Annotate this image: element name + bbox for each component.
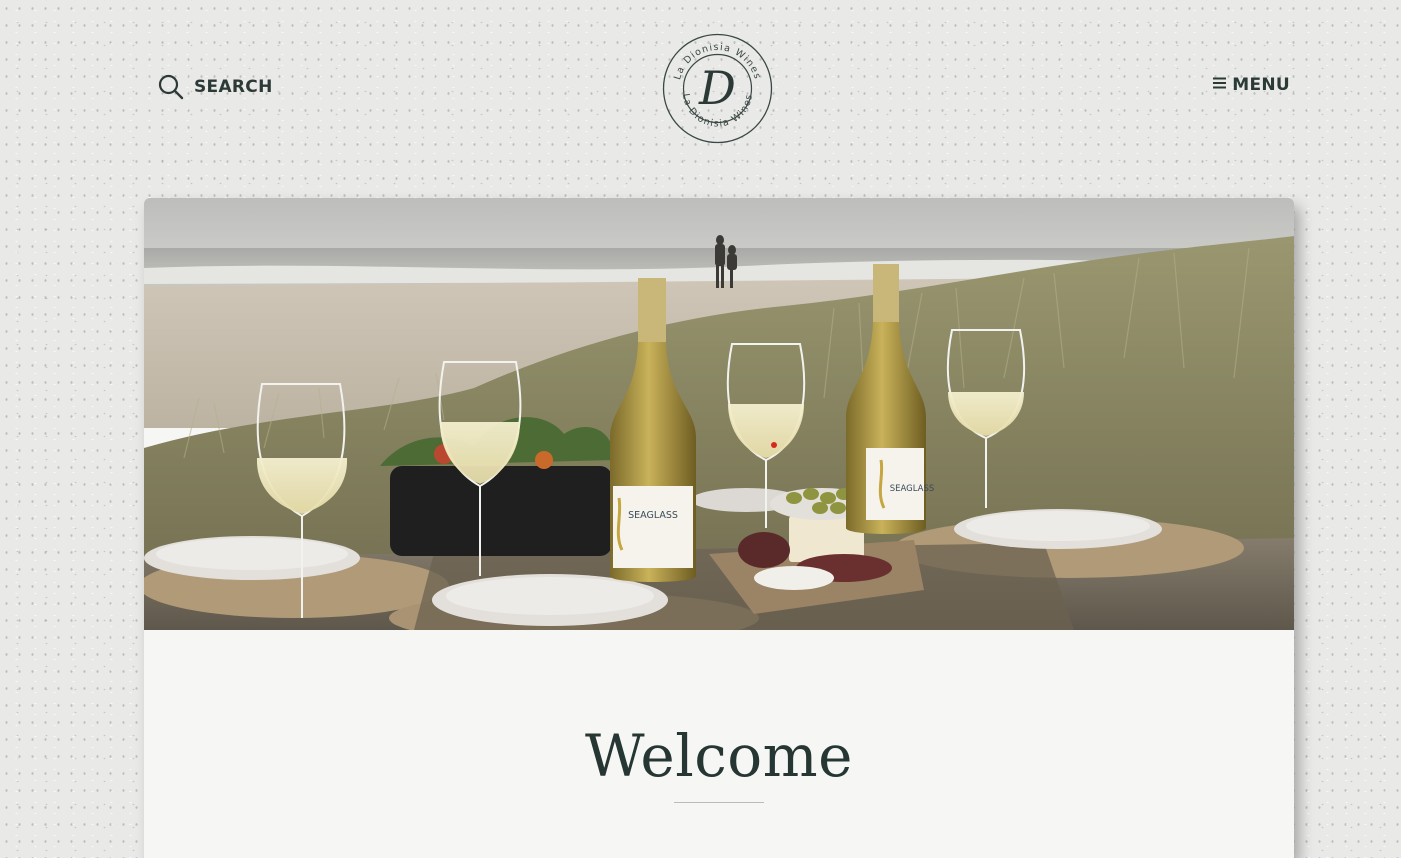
menu-label: MENU xyxy=(1232,75,1290,95)
hero-image: SEAGLASS SEAGLASS xyxy=(144,198,1294,630)
title-divider xyxy=(674,802,764,803)
hamburger-icon xyxy=(1212,76,1228,94)
page-title: Welcome xyxy=(585,722,853,790)
search-button[interactable]: SEARCH xyxy=(158,74,273,100)
content-card: SEAGLASS SEAGLASS Welcome xyxy=(144,198,1294,858)
search-label: SEARCH xyxy=(194,77,273,97)
menu-button[interactable]: MENU xyxy=(1212,75,1290,95)
svg-text:SEAGLASS: SEAGLASS xyxy=(890,484,935,494)
site-logo[interactable]: La Dionisia Wines La Dionisia Wines D xyxy=(661,32,774,145)
logo-monogram: D xyxy=(698,61,736,115)
search-icon xyxy=(158,74,184,100)
svg-text:SEAGLASS: SEAGLASS xyxy=(628,510,678,521)
